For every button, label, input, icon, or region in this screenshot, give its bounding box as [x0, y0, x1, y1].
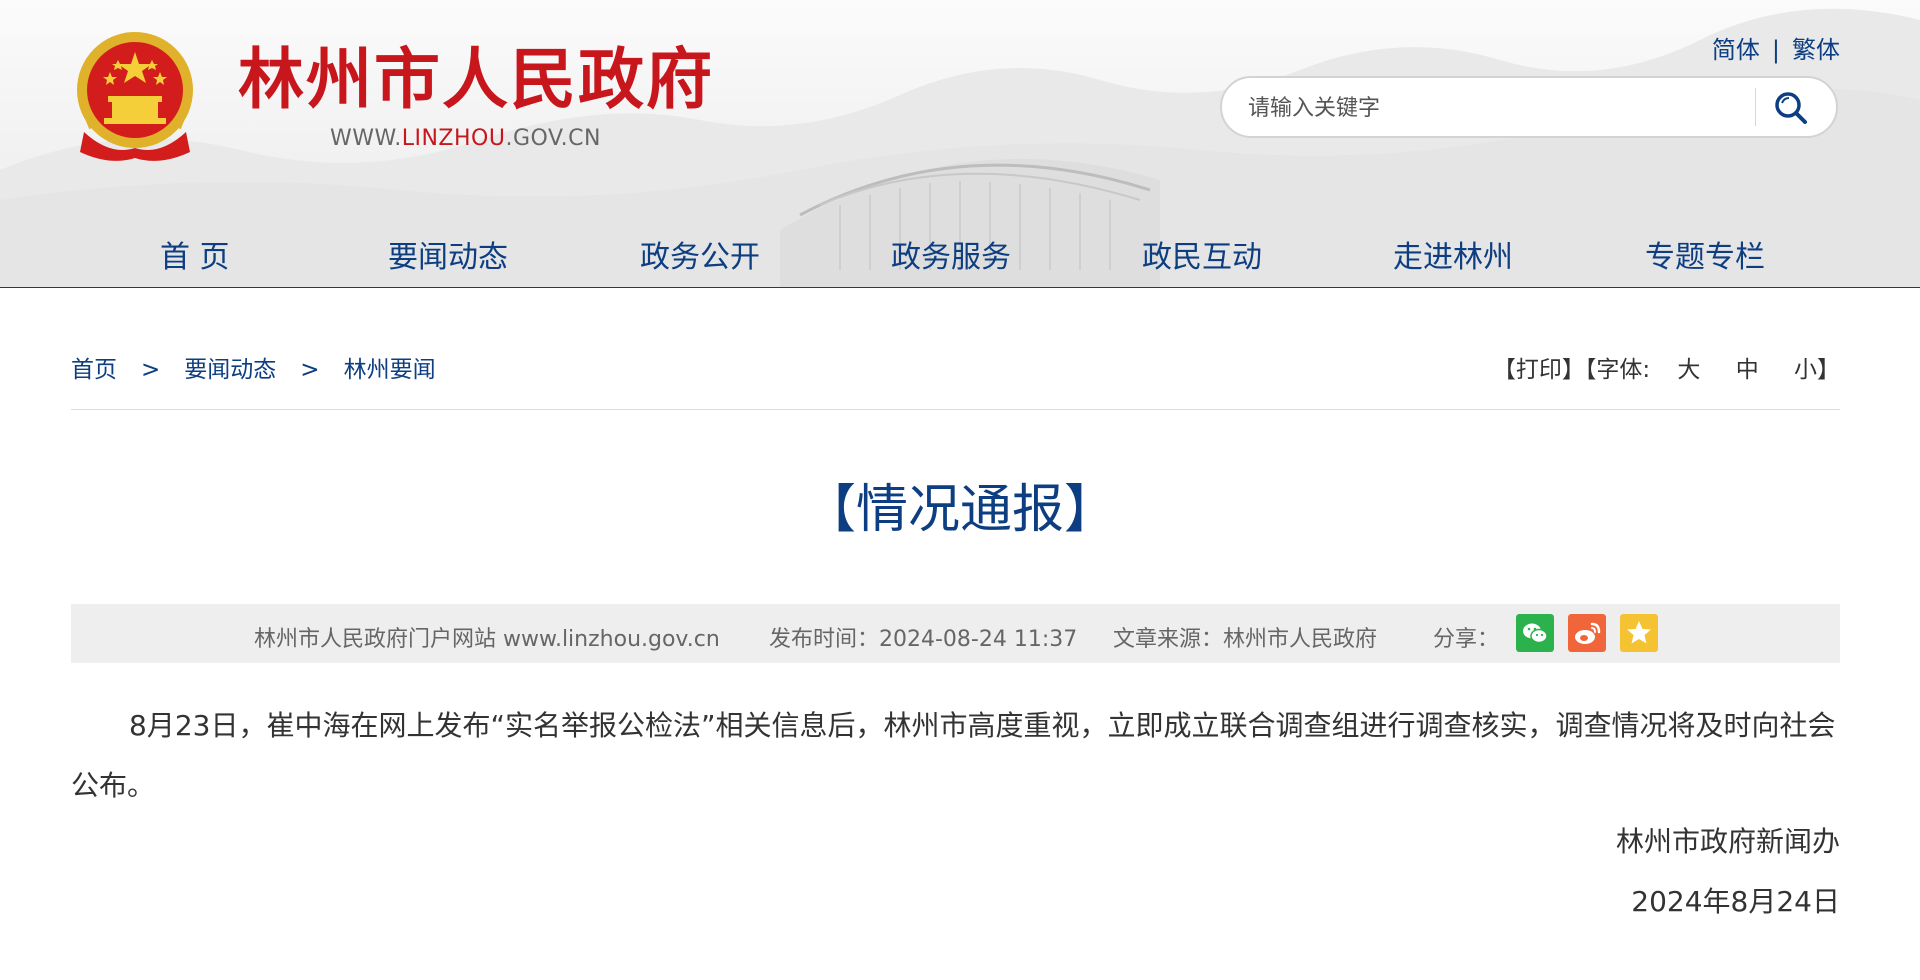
nav-item-interaction[interactable]: 政民互动	[1142, 232, 1262, 284]
search-icon[interactable]	[1770, 87, 1812, 129]
language-separator: |	[1771, 36, 1780, 64]
share-label: 分享：	[1433, 627, 1500, 652]
simplified-chinese-link[interactable]: 简体	[1712, 36, 1760, 64]
meta-publish-time: 发布时间：2024-08-24 11:37	[769, 627, 1078, 652]
font-large-button[interactable]: 大	[1677, 357, 1700, 383]
article-body-paragraph: 8月23日，崔中海在网上发布“实名举报公检法”相关信息后，林州市高度重视，立即成…	[71, 709, 1836, 802]
main-nav: 首 页 要闻动态 政务公开 政务服务 政民互动 走进林州 专题专栏	[0, 232, 1920, 288]
national-emblem-logo	[77, 32, 193, 161]
site-name: 林州市人民政府	[238, 41, 714, 118]
site-url-highlight: LINZHOU	[401, 126, 506, 151]
article-tools: 【打印】【字体: 大 中 小】	[1493, 350, 1840, 384]
article-signature: 林州市政府新闻办	[1615, 825, 1840, 858]
nav-item-special-topics[interactable]: 专题专栏	[1645, 232, 1765, 284]
breadcrumb-separator: >	[300, 357, 320, 383]
site-url-suffix: .GOV.CN	[505, 126, 601, 151]
breadcrumb-linzhou-news[interactable]: 林州要闻	[344, 357, 436, 383]
search-divider	[1755, 88, 1756, 126]
meta-source-site: 林州市人民政府门户网站 www.linzhou.gov.cn	[254, 627, 720, 652]
weibo-icon[interactable]	[1568, 614, 1606, 652]
article-meta-bar: 林州市人民政府门户网站 www.linzhou.gov.cn 发布时间：2024…	[71, 604, 1840, 663]
article-date: 2024年8月24日	[1631, 885, 1840, 918]
breadcrumb-home[interactable]: 首页	[71, 357, 117, 383]
breadcrumb-divider	[71, 409, 1840, 410]
nav-item-news[interactable]: 要闻动态	[388, 232, 508, 284]
traditional-chinese-link[interactable]: 繁体	[1792, 36, 1840, 64]
search-input[interactable]	[1246, 86, 1750, 130]
article-title: 【情况通报】	[803, 480, 1116, 540]
favorite-icon[interactable]	[1620, 614, 1658, 652]
font-size-label: 【字体:	[1584, 357, 1651, 383]
search-box	[1220, 76, 1838, 138]
nav-item-about-linzhou[interactable]: 走进林州	[1393, 232, 1513, 284]
meta-article-source: 文章来源：林州市人民政府	[1113, 627, 1378, 652]
site-url-prefix: WWW.	[330, 126, 402, 151]
breadcrumb: 首页 > 要闻动态 > 林州要闻	[71, 350, 436, 384]
breadcrumb-news[interactable]: 要闻动态	[184, 357, 276, 383]
site-url: WWW.LINZHOU.GOV.CN	[330, 126, 601, 151]
print-button[interactable]: 【打印】	[1493, 357, 1585, 383]
wechat-icon[interactable]	[1516, 614, 1554, 652]
nav-item-gov-services[interactable]: 政务服务	[891, 232, 1011, 284]
nav-item-gov-affairs-open[interactable]: 政务公开	[640, 232, 760, 284]
nav-item-home[interactable]: 首 页	[160, 232, 230, 284]
site-header: 林州市人民政府 WWW.LINZHOU.GOV.CN 简体 | 繁体 首 页 要闻动…	[0, 0, 1920, 288]
language-switch: 简体 | 繁体	[1712, 30, 1840, 65]
breadcrumb-separator: >	[141, 357, 161, 383]
nav-underline-bar	[0, 287, 1920, 288]
font-small-button[interactable]: 小】	[1794, 357, 1840, 383]
font-medium-button[interactable]: 中	[1736, 357, 1759, 383]
